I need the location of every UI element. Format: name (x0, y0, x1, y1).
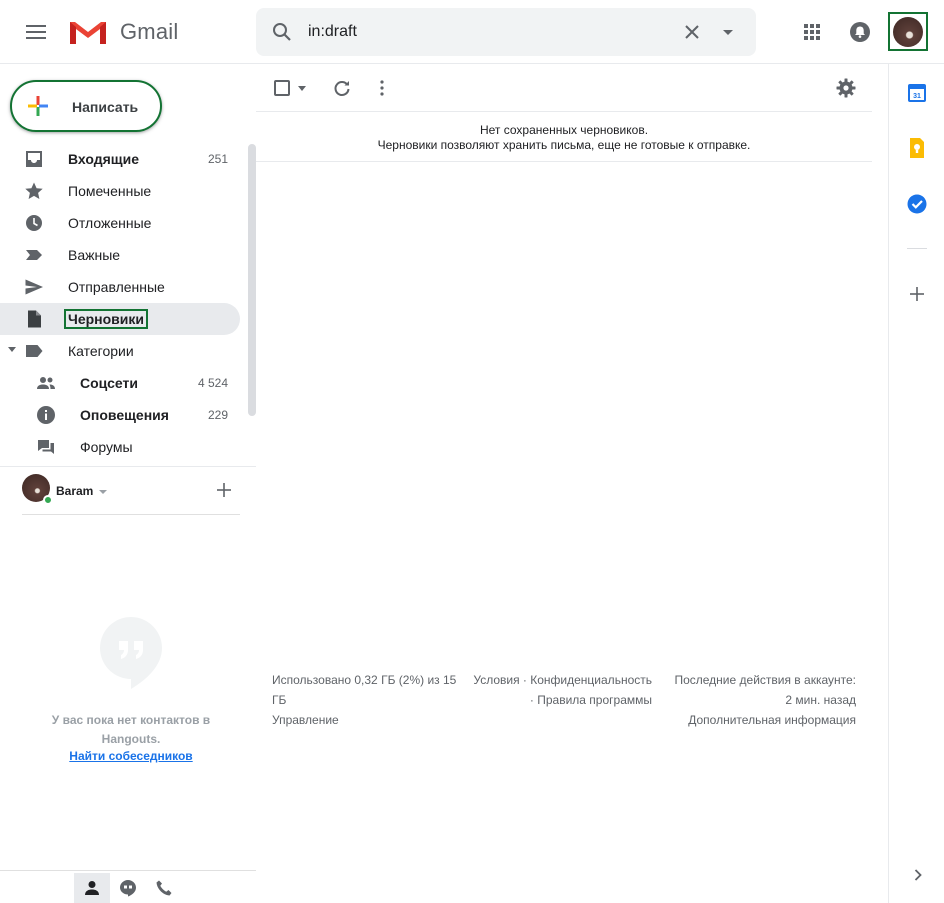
main-menu-icon[interactable] (24, 20, 48, 44)
nav-item-snoozed[interactable]: Отложенные (0, 207, 240, 239)
hangouts-icon (120, 880, 136, 897)
storage-usage: Использовано 0,32 ГБ (2%) из 15 (272, 673, 457, 687)
nav-item-label: Оповещения (80, 407, 169, 423)
nav-item-social[interactable]: Соцсети 4 524 (0, 367, 240, 399)
nav-item-label: Отправленные (68, 279, 165, 295)
draft-icon (28, 310, 41, 328)
nav-item-label: Черновики (63, 309, 149, 329)
nav-item-important[interactable]: Важные (0, 239, 240, 271)
nav-item-label: Помеченные (68, 183, 152, 199)
expand-arrow-icon[interactable] (8, 347, 16, 352)
empty-subtitle: Черновики позволяют хранить письма, еще … (377, 138, 751, 152)
compose-button[interactable]: Написать (10, 80, 162, 132)
search-icon[interactable] (270, 20, 294, 44)
nav-item-count: 4 524 (197, 376, 228, 390)
star-icon (25, 182, 43, 199)
nav-item-label: Входящие (68, 151, 139, 167)
divider (907, 248, 927, 249)
clock-icon (26, 215, 42, 231)
select-all-checkbox[interactable] (274, 80, 290, 96)
nav-item-updates[interactable]: Оповещения 229 (0, 399, 240, 431)
hangouts-user-name[interactable]: Baram (56, 484, 93, 498)
policy-links: Условия · Конфиденциальность · Правила п… (473, 673, 652, 707)
nav-item-starred[interactable]: Помеченные (0, 175, 240, 207)
notifications-icon[interactable] (848, 20, 872, 44)
nav-item-sent[interactable]: Отправленные (0, 271, 240, 303)
app-name[interactable]: Gmail (120, 19, 178, 45)
search-bar (256, 8, 756, 56)
people-icon (37, 377, 55, 389)
calendar-icon[interactable]: 31 (906, 82, 928, 104)
chevron-down-icon[interactable] (99, 490, 107, 494)
clear-search-icon[interactable] (680, 20, 704, 44)
terms-link[interactable]: Условия (473, 673, 519, 687)
gear-icon[interactable] (836, 78, 856, 98)
search-input[interactable] (308, 20, 658, 44)
label-icon (26, 345, 43, 357)
nav-item-categories[interactable]: Категории (0, 335, 240, 367)
manage-storage-link[interactable]: Управление (272, 710, 472, 730)
nav-item-count: 229 (207, 408, 228, 422)
online-status-icon (43, 495, 53, 505)
mail-toolbar (256, 64, 872, 112)
chevron-right-icon[interactable] (911, 868, 925, 882)
select-options-chevron-icon[interactable] (298, 86, 306, 91)
person-icon (85, 881, 99, 895)
more-options-icon[interactable] (372, 78, 392, 98)
keep-icon[interactable] (906, 137, 928, 159)
send-icon (25, 279, 43, 295)
nav-divider (0, 466, 256, 467)
details-link[interactable]: Дополнительная информация (652, 710, 856, 730)
hangouts-empty-text: У вас пока нет контактов в Hangouts. (51, 713, 211, 746)
tasks-icon[interactable] (906, 193, 928, 215)
nav-item-label: Форумы (80, 439, 133, 455)
hangouts-bubble-icon (100, 617, 162, 689)
svg-text:31: 31 (913, 93, 921, 100)
nav-item-count: 251 (207, 152, 228, 166)
important-icon (26, 250, 42, 260)
nav-item-label: Важные (68, 247, 121, 263)
program-policies-link[interactable]: Правила программы (537, 693, 652, 707)
storage-info: Использовано 0,32 ГБ (2%) из 15 ГБ Управ… (272, 670, 472, 730)
tab-chats[interactable] (110, 873, 146, 903)
account-avatar (893, 17, 923, 47)
search-options-icon[interactable] (716, 20, 740, 44)
privacy-link[interactable]: Конфиденциальность (530, 673, 652, 687)
nav-item-inbox[interactable]: Входящие 251 (0, 143, 240, 175)
tab-contacts[interactable] (74, 873, 110, 903)
nav-item-forums[interactable]: Форумы (0, 431, 240, 463)
forum-icon (38, 440, 54, 454)
inbox-icon (26, 151, 42, 167)
hangouts-user: Baram (22, 474, 240, 508)
empty-drafts-message: Нет сохраненных черновиков. Черновики по… (256, 112, 872, 162)
storage-usage-unit: ГБ (272, 693, 287, 707)
nav-item-label: Отложенные (68, 215, 152, 231)
compose-label: Написать (72, 99, 139, 115)
account-activity: Последние действия в аккаунте: 2 мин. на… (652, 670, 856, 730)
top-bar: Gmail (0, 0, 944, 64)
nav-item-drafts[interactable]: Черновики (0, 303, 240, 335)
refresh-icon[interactable] (332, 78, 352, 98)
side-panel: 31 (888, 64, 944, 903)
empty-title: Нет сохраненных черновиков. (479, 123, 649, 137)
gmail-logo-icon[interactable] (68, 18, 108, 46)
last-activity-label: Последние действия в аккаунте: (674, 673, 856, 687)
add-contact-icon[interactable] (216, 482, 232, 498)
nav-item-label: Категории (68, 343, 134, 359)
apps-grid-icon[interactable] (800, 20, 824, 44)
account-button[interactable] (888, 12, 928, 51)
find-contacts-link[interactable]: Найти собеседников (22, 749, 240, 763)
nav-item-label: Соцсети (80, 375, 138, 391)
info-icon (37, 406, 55, 424)
tab-calls[interactable] (146, 873, 182, 903)
divider (22, 514, 240, 515)
last-activity-time: 2 мин. назад (785, 693, 856, 707)
hangouts-tabs (0, 870, 256, 903)
nav-scrollbar[interactable] (248, 144, 256, 416)
compose-plus-icon (28, 96, 48, 116)
phone-icon (156, 880, 172, 896)
add-addon-icon[interactable] (907, 284, 927, 304)
